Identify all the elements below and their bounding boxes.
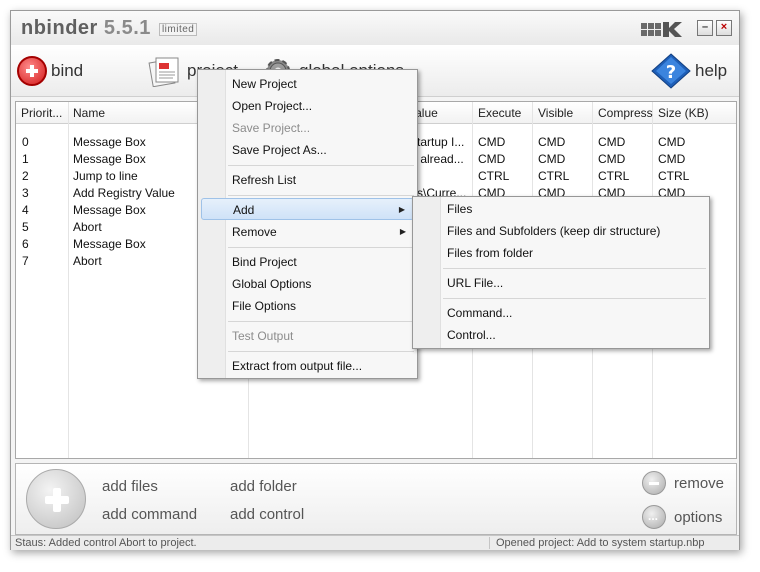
- column-header-size[interactable]: Size (KB): [658, 106, 709, 120]
- cell-name: Jump to line: [73, 169, 138, 183]
- status-message: Staus: Added control Abort to project.: [15, 537, 197, 549]
- minimize-button[interactable]: –: [697, 20, 713, 36]
- cell-compress: CMD: [598, 135, 626, 149]
- cell-priority: 1: [22, 152, 29, 166]
- cell-execute: CMD: [478, 152, 506, 166]
- cell-name: Message Box: [73, 135, 146, 149]
- options-label: options: [674, 508, 723, 526]
- bind-button[interactable]: bind: [17, 53, 83, 89]
- ellipsis-icon: [642, 505, 666, 529]
- cell-priority: 5: [22, 220, 29, 234]
- menu-separator: [443, 268, 706, 269]
- cell-visible: CTRL: [538, 169, 570, 183]
- menu-item-save-project-as[interactable]: Save Project As...: [201, 139, 414, 161]
- app-edition: limited: [158, 23, 198, 36]
- cell-compress: CMD: [598, 152, 626, 166]
- submenu-item-control[interactable]: Control...: [416, 324, 706, 346]
- help-button[interactable]: ? help: [651, 53, 727, 89]
- menu-separator: [228, 247, 414, 248]
- submenu-arrow-icon: ▶: [399, 227, 406, 236]
- brand-logo-icon: [641, 22, 682, 37]
- menu-item-test-output[interactable]: Test Output: [201, 325, 414, 347]
- cell-execute: CTRL: [478, 169, 510, 183]
- cell-name: Message Box: [73, 152, 146, 166]
- submenu-arrow-icon: ▶: [398, 205, 405, 214]
- minus-icon: [642, 471, 666, 495]
- options-button[interactable]: options: [642, 502, 734, 532]
- submenu-item-files-and-subfolders[interactable]: Files and Subfolders (keep dir structure…: [416, 220, 706, 242]
- submenu-item-files[interactable]: Files: [416, 198, 706, 220]
- column-header-name[interactable]: Name: [73, 106, 105, 120]
- cell-name: Add Registry Value: [73, 186, 175, 200]
- status-bar: Staus: Added control Abort to project. O…: [11, 535, 739, 550]
- cell-compress: CTRL: [598, 169, 630, 183]
- menu-item-file-options[interactable]: File Options: [201, 295, 414, 317]
- menu-separator: [228, 321, 414, 322]
- column-header-execute[interactable]: Execute: [478, 106, 521, 120]
- cell-size: CMD: [658, 135, 686, 149]
- close-button[interactable]: ×: [716, 20, 732, 36]
- cell-priority: 2: [22, 169, 29, 183]
- quick-actions-panel: add files add folder add command add con…: [15, 463, 737, 535]
- help-label: help: [695, 61, 728, 80]
- menu-item-global-options[interactable]: Global Options: [201, 273, 414, 295]
- cell-name: Abort: [73, 254, 102, 268]
- cell-priority: 4: [22, 203, 29, 217]
- add-files-link[interactable]: add files: [102, 478, 158, 495]
- status-project: Opened project: Add to system startup.nb…: [489, 537, 705, 549]
- menu-item-extract-output[interactable]: Extract from output file...: [201, 355, 414, 377]
- app-version: 5.5.1: [103, 17, 151, 39]
- menu-separator: [228, 165, 414, 166]
- cell-visible: CMD: [538, 152, 566, 166]
- menu-item-open-project[interactable]: Open Project...: [201, 95, 414, 117]
- add-control-link[interactable]: add control: [230, 506, 304, 523]
- add-command-link[interactable]: add command: [102, 506, 197, 523]
- menu-item-save-project[interactable]: Save Project...: [201, 117, 414, 139]
- column-header-priority[interactable]: Priorit...: [21, 106, 62, 120]
- remove-button[interactable]: remove: [642, 468, 734, 498]
- menu-item-add-label: Add: [233, 203, 255, 217]
- add-submenu: Files Files and Subfolders (keep dir str…: [412, 196, 710, 349]
- cell-priority: 6: [22, 237, 29, 251]
- menu-item-new-project[interactable]: New Project: [201, 73, 414, 95]
- bind-plus-icon: [17, 56, 47, 86]
- add-plus-icon[interactable]: [26, 469, 86, 529]
- menu-item-remove[interactable]: Remove ▶: [201, 221, 414, 243]
- menu-item-remove-label: Remove: [232, 225, 277, 239]
- help-question-icon: ?: [651, 53, 691, 89]
- remove-label: remove: [674, 474, 725, 492]
- cell-name: Message Box: [73, 237, 146, 251]
- submenu-item-command[interactable]: Command...: [416, 302, 706, 324]
- cell-name: Message Box: [73, 203, 146, 217]
- cell-size: CTRL: [658, 169, 690, 183]
- menu-separator: [443, 298, 706, 299]
- menu-separator: [228, 351, 414, 352]
- column-header-compress[interactable]: Compress: [598, 106, 653, 120]
- svg-text:?: ?: [666, 62, 676, 83]
- column-header-visible[interactable]: Visible: [538, 106, 573, 120]
- submenu-item-files-from-folder[interactable]: Files from folder: [416, 242, 706, 264]
- bind-label: bind: [51, 61, 84, 80]
- cell-value: y alread...: [411, 152, 464, 166]
- add-folder-link[interactable]: add folder: [230, 478, 297, 495]
- menu-item-refresh-list[interactable]: Refresh List: [201, 169, 414, 191]
- title-bar: nbinder 5.5.1 limited – ×: [11, 11, 739, 45]
- cell-visible: CMD: [538, 135, 566, 149]
- cell-execute: CMD: [478, 135, 506, 149]
- app-title: nbinder 5.5.1 limited: [21, 17, 198, 40]
- project-documents-icon: [148, 57, 179, 87]
- menu-separator: [228, 195, 414, 196]
- cell-priority: 0: [22, 135, 29, 149]
- cell-value: startup I...: [411, 135, 465, 149]
- app-name: nbinder: [21, 17, 98, 39]
- menu-item-bind-project[interactable]: Bind Project: [201, 251, 414, 273]
- cell-priority: 7: [22, 254, 29, 268]
- cell-size: CMD: [658, 152, 686, 166]
- menu-item-add[interactable]: Add ▶: [201, 198, 414, 220]
- cell-name: Abort: [73, 220, 102, 234]
- project-context-menu: New Project Open Project... Save Project…: [197, 69, 418, 379]
- cell-priority: 3: [22, 186, 29, 200]
- submenu-item-url-file[interactable]: URL File...: [416, 272, 706, 294]
